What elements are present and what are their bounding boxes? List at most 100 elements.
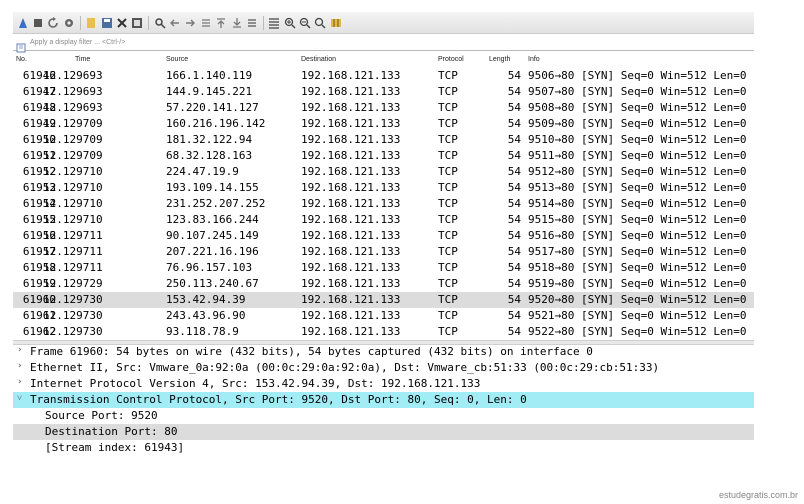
packet-length: 54 bbox=[507, 229, 521, 242]
packet-info: 9521→80 [SYN] Seq=0 Win=512 Len=0 bbox=[528, 309, 747, 322]
close-file-icon[interactable] bbox=[116, 17, 128, 29]
packet-time: 12.129710 bbox=[43, 213, 103, 226]
packet-source: 193.109.14.155 bbox=[166, 181, 259, 194]
packet-time: 12.129693 bbox=[43, 69, 103, 82]
packet-source: 123.83.166.244 bbox=[166, 213, 259, 226]
packet-row[interactable]: 61956 12.129711 90.107.245.149 192.168.121.… bbox=[13, 228, 754, 244]
packet-time: 12.129710 bbox=[43, 181, 103, 194]
packet-time: 12.129711 bbox=[43, 245, 103, 258]
packet-row[interactable]: 61958 12.129711 76.96.157.103 192.168.121.1… bbox=[13, 260, 754, 276]
packet-row[interactable]: 61951 12.129709 68.32.128.163 192.168.121.1… bbox=[13, 148, 754, 164]
detail-tree-item[interactable]: › Internet Protocol Version 4, Src: 153.4… bbox=[13, 376, 754, 392]
packet-protocol: TCP bbox=[438, 197, 458, 210]
display-filter-input[interactable]: Apply a display filter ... <Ctrl-/> bbox=[30, 39, 125, 46]
detail-tree-item[interactable]: › Ethernet II, Src: Vmware_0a:92:0a (00:0… bbox=[13, 360, 754, 376]
packet-row[interactable]: 61947 12.129693 144.9.145.221 192.168.121.1… bbox=[13, 84, 754, 100]
reload-icon[interactable] bbox=[131, 17, 143, 29]
detail-tree-item[interactable]: › Frame 61960: 54 bytes on wire (432 bits… bbox=[13, 344, 754, 360]
packet-row[interactable]: 61960 12.129730 153.42.94.39 192.168.121.13… bbox=[13, 292, 754, 308]
packet-row[interactable]: 61959 12.129729 250.113.240.67 192.168.121.… bbox=[13, 276, 754, 292]
detail-tree-item[interactable]: [Stream index: 61943] bbox=[13, 440, 754, 455]
packet-row[interactable]: 61955 12.129710 123.83.166.244 192.168.121.… bbox=[13, 212, 754, 228]
col-header-time[interactable]: Time bbox=[75, 56, 90, 63]
packet-protocol: TCP bbox=[438, 293, 458, 306]
expand-right-arrow-icon[interactable]: › bbox=[17, 361, 22, 371]
autoscroll-icon[interactable] bbox=[246, 17, 258, 29]
packet-row[interactable]: 61961 12.129730 243.43.96.90 192.168.121.13… bbox=[13, 308, 754, 324]
packet-source: 231.252.207.252 bbox=[166, 197, 266, 210]
packet-source: 243.43.96.90 bbox=[166, 309, 246, 322]
col-header-destination[interactable]: Destination bbox=[301, 56, 336, 63]
zoom-out-icon[interactable] bbox=[299, 17, 311, 29]
packet-info: 9519→80 [SYN] Seq=0 Win=512 Len=0 bbox=[528, 277, 747, 290]
expand-right-arrow-icon[interactable]: › bbox=[17, 377, 22, 387]
colorize-icon[interactable] bbox=[268, 17, 280, 29]
col-header-no[interactable]: No. bbox=[16, 56, 27, 63]
save-file-icon[interactable] bbox=[101, 17, 113, 29]
detail-text: Ethernet II, Src: Vmware_0a:92:0a (00:0c… bbox=[30, 361, 660, 374]
col-header-source[interactable]: Source bbox=[166, 56, 188, 63]
packet-length: 54 bbox=[507, 165, 521, 178]
packet-length: 54 bbox=[507, 309, 521, 322]
packet-destination: 192.168.121.133 bbox=[301, 245, 401, 258]
bookmark-icon[interactable] bbox=[16, 38, 26, 52]
packet-protocol: TCP bbox=[438, 69, 458, 82]
packet-row[interactable]: 61948 12.129693 57.220.141.127 192.168.121.… bbox=[13, 100, 754, 116]
options-gear-icon[interactable] bbox=[63, 17, 75, 29]
detail-tree-item[interactable]: Source Port: 9520 bbox=[13, 408, 754, 424]
go-forward-icon[interactable] bbox=[184, 17, 196, 29]
packet-source: 166.1.140.119 bbox=[166, 69, 253, 82]
packet-protocol: TCP bbox=[438, 213, 458, 226]
packet-row[interactable]: 61953 12.129710 193.109.14.155 192.168.121.… bbox=[13, 180, 754, 196]
packet-info: 9515→80 [SYN] Seq=0 Win=512 Len=0 bbox=[528, 213, 747, 226]
col-header-protocol[interactable]: Protocol bbox=[438, 56, 464, 63]
packet-info: 9513→80 [SYN] Seq=0 Win=512 Len=0 bbox=[528, 181, 747, 194]
packet-source: 90.107.245.149 bbox=[166, 229, 259, 242]
go-first-icon[interactable] bbox=[215, 17, 227, 29]
packet-length: 54 bbox=[507, 197, 521, 210]
packet-row[interactable]: 61949 12.129709 160.216.196.142 192.168.121… bbox=[13, 116, 754, 132]
find-icon[interactable] bbox=[154, 17, 166, 29]
packet-row[interactable]: 61962 12.129730 93.118.78.9 192.168.121.133… bbox=[13, 324, 754, 340]
go-back-icon[interactable] bbox=[169, 17, 181, 29]
display-filter-bar[interactable]: Apply a display filter ... <Ctrl-/> bbox=[13, 35, 754, 52]
go-to-packet-icon[interactable] bbox=[200, 17, 212, 29]
packet-info: 9511→80 [SYN] Seq=0 Win=512 Len=0 bbox=[528, 149, 747, 162]
packet-row[interactable]: 61952 12.129710 224.47.19.9 192.168.121.133… bbox=[13, 164, 754, 180]
packet-row[interactable]: 61946 12.129693 166.1.140.119 192.168.121.1… bbox=[13, 68, 754, 84]
packet-list-header: No. Time Source Destination Protocol Len… bbox=[13, 54, 754, 66]
packet-destination: 192.168.121.133 bbox=[301, 133, 401, 146]
zoom-in-icon[interactable] bbox=[284, 17, 296, 29]
packet-source: 153.42.94.39 bbox=[166, 293, 246, 306]
packet-info: 9512→80 [SYN] Seq=0 Win=512 Len=0 bbox=[528, 165, 747, 178]
resize-columns-icon[interactable] bbox=[330, 17, 342, 29]
col-header-length[interactable]: Length bbox=[489, 56, 510, 63]
packet-row[interactable]: 61957 12.129711 207.221.16.196 192.168.121.… bbox=[13, 244, 754, 260]
expand-right-arrow-icon[interactable]: › bbox=[17, 345, 22, 355]
go-last-icon[interactable] bbox=[231, 17, 243, 29]
detail-tree-item[interactable]: ˅ Transmission Control Protocol, Src Port… bbox=[13, 392, 754, 408]
packet-source: 181.32.122.94 bbox=[166, 133, 253, 146]
packet-destination: 192.168.121.133 bbox=[301, 165, 401, 178]
stop-icon[interactable] bbox=[32, 17, 44, 29]
packet-row[interactable]: 61950 12.129709 181.32.122.94 192.168.121.1… bbox=[13, 132, 754, 148]
packet-destination: 192.168.121.133 bbox=[301, 101, 401, 114]
detail-text: [Stream index: 61943] bbox=[45, 441, 185, 454]
open-file-icon[interactable] bbox=[85, 17, 97, 29]
packet-source: 93.118.78.9 bbox=[166, 325, 239, 338]
restart-icon[interactable] bbox=[47, 16, 59, 29]
packet-row[interactable]: 61954 12.129710 231.252.207.252 192.168.121… bbox=[13, 196, 754, 212]
detail-tree-item[interactable]: Destination Port: 80 bbox=[13, 424, 754, 440]
col-header-info[interactable]: Info bbox=[528, 56, 540, 63]
packet-destination: 192.168.121.133 bbox=[301, 277, 401, 290]
shark-fin-start-icon[interactable] bbox=[17, 17, 29, 29]
expand-down-arrow-icon[interactable]: ˅ bbox=[17, 393, 22, 404]
packet-source: 76.96.157.103 bbox=[166, 261, 253, 274]
packet-time: 12.129709 bbox=[43, 133, 103, 146]
zoom-normal-icon[interactable] bbox=[314, 17, 326, 29]
packet-destination: 192.168.121.133 bbox=[301, 181, 401, 194]
packet-length: 54 bbox=[507, 69, 521, 82]
packet-length: 54 bbox=[507, 149, 521, 162]
packet-destination: 192.168.121.133 bbox=[301, 261, 401, 274]
packet-info: 9520→80 [SYN] Seq=0 Win=512 Len=0 bbox=[528, 293, 747, 306]
